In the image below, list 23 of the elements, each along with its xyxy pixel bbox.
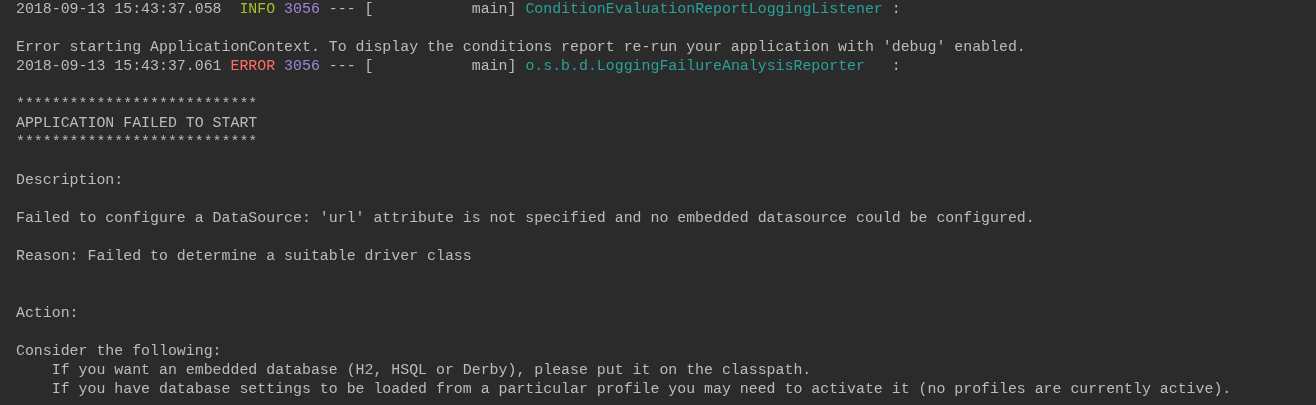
log-level: INFO [239, 1, 277, 17]
log-level: ERROR [230, 58, 277, 74]
log-text: : [890, 58, 901, 74]
console-text: If you want an embedded database (H2, HSQL or Derby), please put it on the classpath. [50, 362, 812, 378]
log-text: --- [ main] [327, 1, 518, 17]
process-id: 3056 [284, 58, 320, 74]
logger-name: o.s.b.d.LoggingFailureAnalysisReporter [525, 58, 865, 74]
console-text: *************************** [16, 134, 258, 150]
console-text: *************************** [16, 96, 258, 112]
log-text: --- [ main] [327, 58, 518, 74]
console-text: Action: [16, 305, 79, 321]
console-text: Reason: Failed to determine a suitable driver class [16, 248, 472, 264]
console-text: Error starting ApplicationContext. To display the conditions report re-run your application with 'debug' enabled. [16, 39, 1026, 55]
log-text: : [890, 1, 901, 17]
log-text: 2018-09-13 15:43:37.061 [16, 58, 223, 74]
console-text: If you have database settings to be loaded from a particular profile you may need to activate it (no profiles are currently active). [50, 381, 1232, 397]
console-text: APPLICATION FAILED TO START [16, 115, 258, 131]
log-text: 2018-09-13 15:43:37.058 [16, 1, 223, 17]
console-text: Failed to configure a DataSource: 'url' attribute is not specified and no embedded datasource could be configured. [16, 210, 1035, 226]
console-text: Description: [16, 172, 124, 188]
process-id: 3056 [284, 1, 320, 17]
console-text: Consider the following: [16, 343, 222, 359]
logger-name: ConditionEvaluationReportLoggingListener [525, 1, 883, 17]
